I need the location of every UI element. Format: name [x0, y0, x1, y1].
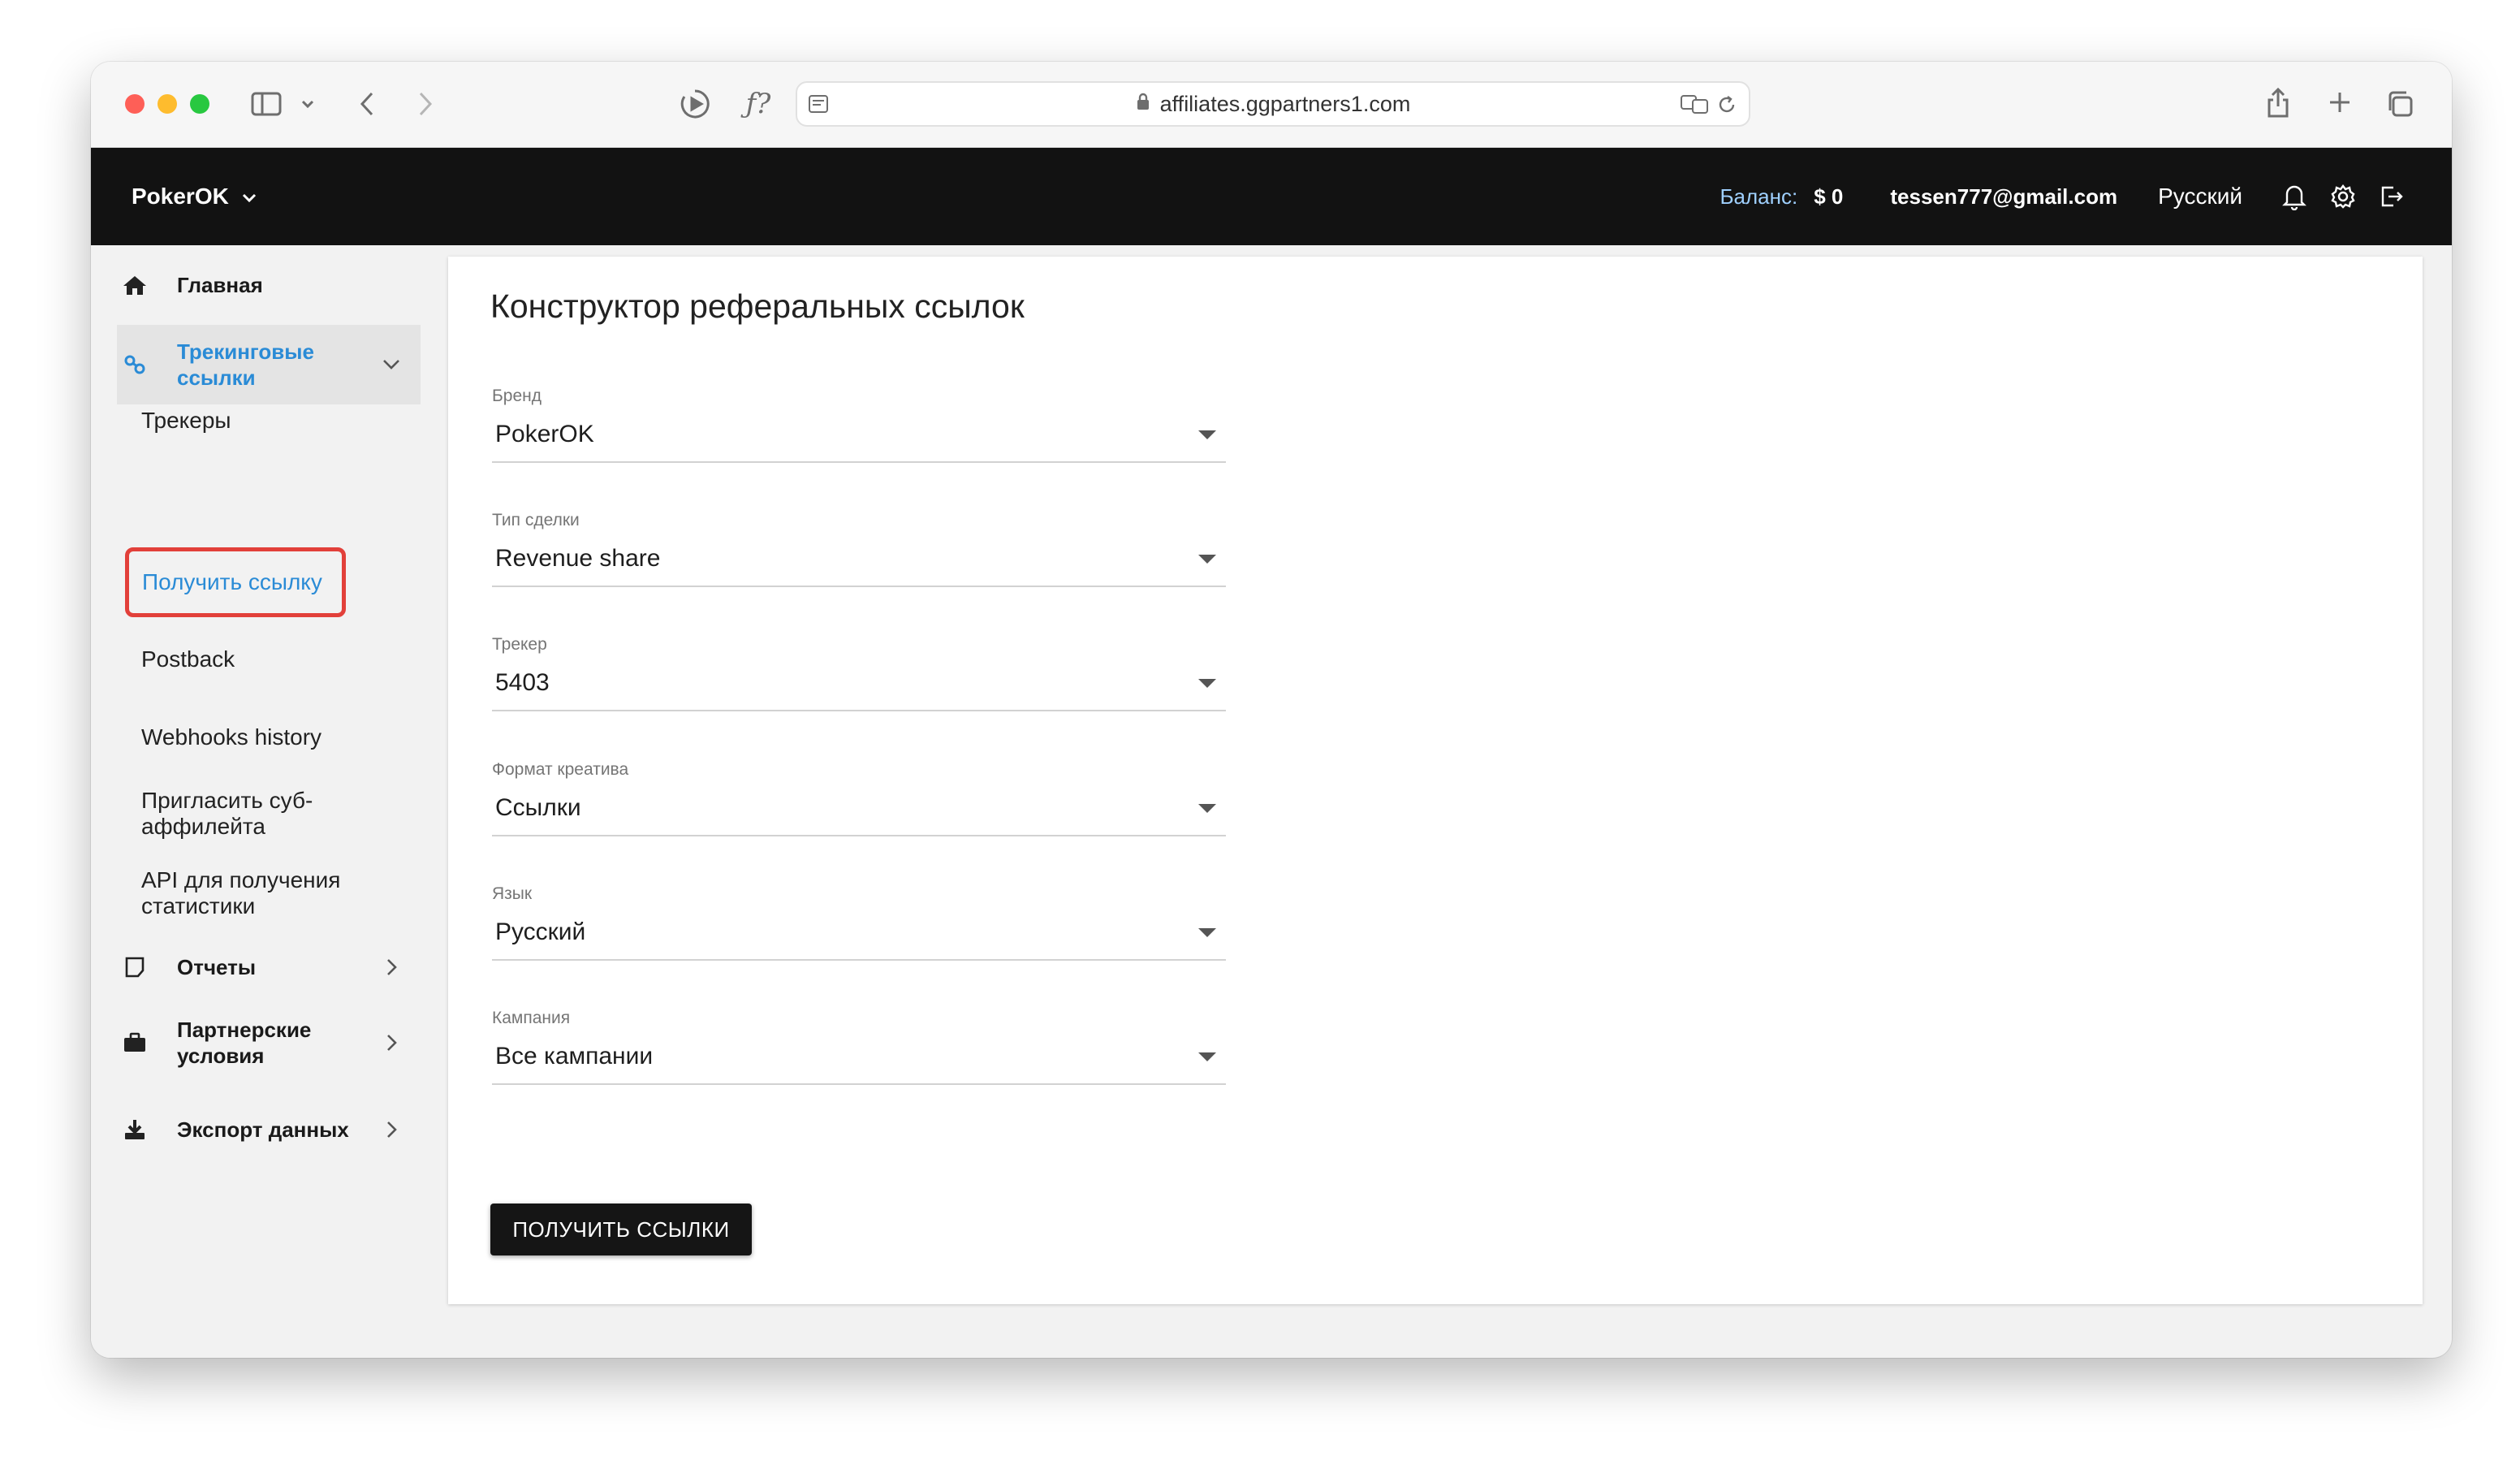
- download-icon: [119, 1118, 151, 1141]
- forward-icon[interactable]: [414, 89, 437, 119]
- sidebar-item-label: Партнерские условия: [177, 1018, 312, 1068]
- chevron-down-icon: [380, 353, 403, 382]
- sidebar-subitem-trackers[interactable]: Трекеры: [141, 408, 231, 434]
- sidebar-item-partner-terms[interactable]: Партнерские условия: [117, 1010, 421, 1075]
- field-value: Ссылки: [495, 794, 581, 821]
- gear-icon[interactable]: [2328, 182, 2358, 211]
- chevron-down-icon: [240, 184, 258, 210]
- url-text: affiliates.ggpartners1.com: [1159, 91, 1411, 116]
- field-label: Язык: [492, 884, 533, 903]
- sidebar-subitem-webhooks-history[interactable]: Webhooks history: [141, 724, 321, 750]
- back-icon[interactable]: [356, 89, 378, 119]
- share-icon[interactable]: [2263, 84, 2293, 120]
- sidebar-item-home[interactable]: Главная: [117, 263, 421, 307]
- user-email[interactable]: tessen777@gmail.com: [1890, 184, 2117, 210]
- brand-select[interactable]: Бренд PokerOK: [492, 387, 1226, 468]
- minimize-window-button[interactable]: [158, 94, 177, 114]
- balance-value: $ 0: [1814, 184, 1844, 209]
- sidebar-subitem-get-link[interactable]: Получить ссылку: [125, 547, 346, 617]
- brand-switcher[interactable]: PokerOK: [132, 148, 258, 245]
- field-value: Русский: [495, 918, 586, 945]
- sidebar-item-export[interactable]: Экспорт данных: [117, 1109, 421, 1150]
- home-icon: [119, 274, 151, 296]
- page-title: Конструктор реферальных ссылок: [490, 287, 1025, 325]
- sidebar-item-label: Трекинговые ссылки: [177, 339, 314, 390]
- field-underline: [492, 710, 1226, 711]
- translate-icon[interactable]: [1679, 93, 1711, 115]
- logout-icon[interactable]: [2377, 182, 2406, 211]
- new-tab-icon[interactable]: [2325, 88, 2354, 117]
- sidebar-subitem-invite-subaffiliate[interactable]: Пригласить суб-аффилейта: [141, 788, 336, 840]
- dropdown-arrow-icon: [1198, 555, 1216, 564]
- dropdown-arrow-icon: [1198, 804, 1216, 813]
- field-label: Формат креатива: [492, 760, 629, 779]
- field-label: Тип сделки: [492, 511, 580, 529]
- sidebar-item-label: Отчеты: [177, 955, 257, 979]
- field-value: Revenue share: [495, 545, 661, 572]
- language-select[interactable]: Язык Русский: [492, 884, 1226, 966]
- report-icon: [119, 956, 151, 979]
- dropdown-arrow-icon: [1198, 430, 1216, 439]
- chevron-right-icon: [380, 956, 403, 984]
- close-window-button[interactable]: [125, 94, 145, 114]
- creative-format-select[interactable]: Формат креатива Ссылки: [492, 760, 1226, 841]
- sidebar-subitem-api-statistics[interactable]: API для получения статистики: [141, 867, 360, 919]
- tracker-select[interactable]: Трекер 5403: [492, 635, 1226, 716]
- reload-icon[interactable]: [1715, 93, 1739, 117]
- sidebar-toggle-icon[interactable]: [250, 89, 283, 119]
- lock-icon: [1136, 92, 1150, 117]
- browser-window: ƒ? affiliates.ggpartners1.com PokerOK Ба…: [91, 62, 2452, 1358]
- formula-extension-icon[interactable]: ƒ?: [739, 86, 778, 122]
- field-label: Трекер: [492, 635, 547, 654]
- sidebar: Главная Трекинговые ссылки Трекеры Получ…: [91, 245, 434, 1358]
- field-underline: [492, 835, 1226, 836]
- sidebar-item-label: Экспорт данных: [177, 1117, 349, 1142]
- field-value: Все кампании: [495, 1043, 654, 1070]
- field-value: PokerOK: [495, 421, 594, 447]
- get-links-button[interactable]: ПОЛУЧИТЬ ССЫЛКИ: [490, 1204, 752, 1255]
- field-label: Бренд: [492, 387, 542, 405]
- app-header: PokerOK Баланс: $ 0 tessen777@gmail.com …: [91, 148, 2452, 245]
- chevron-down-icon[interactable]: [299, 96, 317, 112]
- bell-icon[interactable]: [2280, 182, 2309, 211]
- deal-type-select[interactable]: Тип сделки Revenue share: [492, 511, 1226, 592]
- brand-name: PokerOK: [132, 184, 229, 209]
- browser-toolbar: ƒ? affiliates.ggpartners1.com: [91, 62, 2452, 148]
- sidebar-item-label: Главная: [177, 273, 263, 297]
- field-underline: [492, 461, 1226, 463]
- field-value: 5403: [495, 669, 550, 696]
- field-underline: [492, 959, 1226, 961]
- zoom-window-button[interactable]: [190, 94, 209, 114]
- chevron-right-icon: [380, 1031, 403, 1060]
- sidebar-item-reports[interactable]: Отчеты: [117, 947, 421, 987]
- field-underline: [492, 586, 1226, 587]
- link-icon: [119, 353, 151, 376]
- extension-play-icon[interactable]: [677, 86, 713, 122]
- chevron-right-icon: [380, 1118, 403, 1147]
- tab-overview-icon[interactable]: [2384, 88, 2416, 120]
- campaign-select[interactable]: Кампания Все кампании: [492, 1009, 1226, 1090]
- language-selector[interactable]: Русский: [2158, 184, 2242, 210]
- address-bar[interactable]: affiliates.ggpartners1.com: [796, 81, 1750, 127]
- field-label: Кампания: [492, 1009, 571, 1027]
- dropdown-arrow-icon: [1198, 679, 1216, 688]
- briefcase-icon: [119, 1032, 151, 1053]
- dropdown-arrow-icon: [1198, 928, 1216, 937]
- link-builder-card: Конструктор реферальных ссылок Бренд Pok…: [448, 257, 2423, 1304]
- sidebar-item-tracking-links[interactable]: Трекинговые ссылки: [117, 325, 421, 404]
- dropdown-arrow-icon: [1198, 1052, 1216, 1061]
- sidebar-subitem-postback[interactable]: Postback: [141, 646, 235, 672]
- field-underline: [492, 1083, 1226, 1085]
- balance-label: Баланс:: [1720, 184, 1798, 209]
